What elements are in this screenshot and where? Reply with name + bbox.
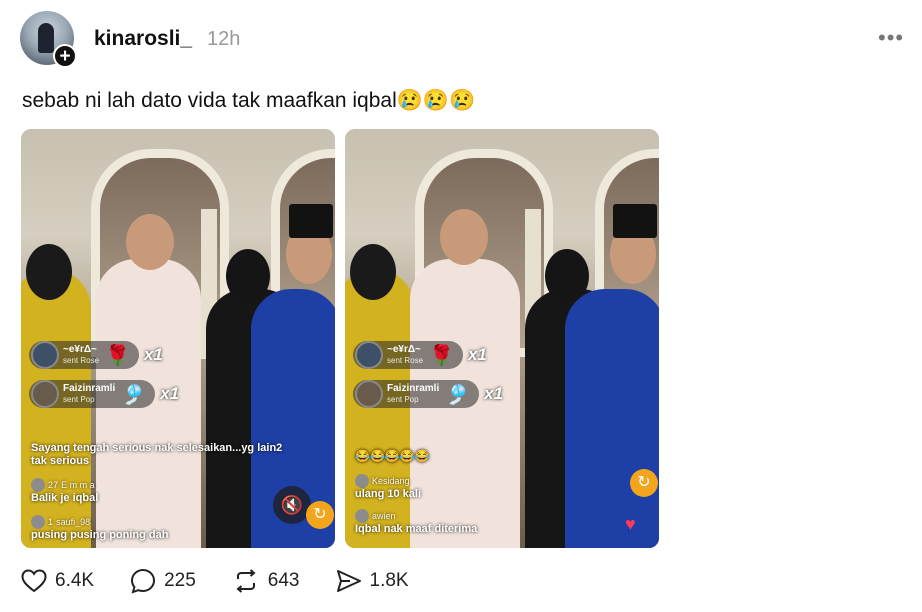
commenter-avatar bbox=[31, 515, 45, 529]
gift-sent-label: sent Pop bbox=[387, 395, 419, 404]
gift-row: ~e¥rΔ~ sent Rose 🌹 x1 bbox=[353, 341, 487, 369]
comment-count: 225 bbox=[164, 570, 196, 591]
gift-row: Faizinramli sent Pop 🎐 x1 bbox=[29, 380, 180, 408]
comment-text: Sayang tengah serious nak selesaikan...y… bbox=[31, 442, 283, 454]
gifter-name: Faizinramli bbox=[63, 383, 116, 394]
gift-count: x1 bbox=[160, 384, 180, 403]
rose-gift-icon: 🌹 bbox=[105, 344, 130, 367]
comment-text: 😂😂😂😂😂 bbox=[355, 449, 430, 463]
person-head bbox=[350, 244, 396, 300]
gifter-name: ~e¥rΔ~ bbox=[63, 344, 97, 355]
live-comment: awien Iqbal nak maaf diterima bbox=[355, 509, 477, 535]
repost-button[interactable]: 643 bbox=[232, 569, 300, 593]
gift-count: x1 bbox=[143, 345, 163, 364]
video-thumbnail-1[interactable]: ~e¥rΔ~ sent Rose 🌹 x1 Faizinramli sent P… bbox=[21, 129, 335, 548]
gifter-name: ~e¥rΔ~ bbox=[387, 344, 421, 355]
more-options-icon[interactable]: ••• bbox=[878, 25, 904, 51]
gift-sent-label: sent Rose bbox=[63, 356, 100, 365]
heart-reaction-icon: ♥ bbox=[625, 514, 636, 534]
live-comment: 27 E m m a Balik je iqbal bbox=[31, 478, 98, 504]
comment-text: pusing pusing poning dah bbox=[31, 529, 169, 541]
gift-row: ~e¥rΔ~ sent Rose 🌹 x1 bbox=[29, 341, 163, 369]
person-blue bbox=[565, 289, 659, 548]
pop-gift-icon: 🎐 bbox=[121, 383, 147, 406]
live-comment: tak serious bbox=[31, 455, 89, 467]
post-actions: 6.4K 225 643 1.8K bbox=[21, 568, 445, 594]
post-caption: sebab ni lah dato vida tak maafkan iqbal… bbox=[22, 89, 475, 113]
commenter-badge: 27 bbox=[48, 479, 59, 490]
commenter-name: Kesidang bbox=[372, 475, 410, 486]
repost-icon bbox=[236, 569, 256, 593]
comment-icon bbox=[131, 568, 156, 594]
live-comment: 😂😂😂😂😂 bbox=[355, 449, 430, 463]
share-gift-icon[interactable]: ↻ bbox=[306, 501, 334, 529]
post-time: 12h bbox=[207, 28, 241, 50]
share-button[interactable]: 1.8K bbox=[336, 569, 409, 593]
username[interactable]: kinarosli_ bbox=[94, 27, 192, 51]
mute-icon[interactable]: 🔇 bbox=[273, 486, 311, 524]
heart-icon bbox=[21, 569, 47, 593]
commenter-name: E m m a bbox=[61, 479, 95, 490]
rose-gift-icon: 🌹 bbox=[429, 344, 454, 367]
comment-text: tak serious bbox=[31, 455, 90, 467]
gift-sent-label: sent Pop bbox=[63, 395, 95, 404]
person-head bbox=[26, 244, 72, 300]
commenter-name: awien bbox=[372, 510, 396, 521]
gift-count: x1 bbox=[484, 384, 504, 403]
commenter-avatar bbox=[31, 478, 45, 492]
commenter-name: saufi_98 bbox=[56, 516, 91, 527]
send-icon bbox=[336, 570, 361, 592]
follow-plus-icon[interactable]: + bbox=[53, 44, 77, 68]
commenter-avatar bbox=[355, 509, 369, 523]
user-avatar[interactable]: + bbox=[20, 11, 77, 68]
repost-count: 643 bbox=[267, 570, 300, 591]
commenter-badge: 1 bbox=[48, 516, 54, 527]
comment-text: Balik je iqbal bbox=[31, 492, 99, 504]
comment-text: Iqbal nak maaf diterima bbox=[355, 523, 478, 535]
person-head bbox=[440, 209, 488, 265]
like-count: 6.4K bbox=[55, 570, 95, 591]
gift-count: x1 bbox=[467, 345, 487, 364]
comment-button[interactable]: 225 bbox=[130, 568, 196, 594]
gift-row: Faizinramli sent Pop 🎐 x1 bbox=[353, 380, 504, 408]
songkok-hat bbox=[289, 204, 333, 238]
gift-icon[interactable]: ↻ bbox=[630, 469, 658, 497]
person-head bbox=[226, 249, 270, 303]
live-comment: 1 saufi_98 pusing pusing poning dah bbox=[31, 515, 168, 541]
live-comment: Kesidang ulang 10 kali bbox=[355, 474, 421, 500]
gifter-name: Faizinramli bbox=[387, 383, 440, 394]
gift-sent-label: sent Rose bbox=[387, 356, 424, 365]
caption-emojis: 😢😢😢 bbox=[396, 89, 476, 112]
caption-text: sebab ni lah dato vida tak maafkan iqbal bbox=[22, 89, 397, 112]
pop-gift-icon: 🎐 bbox=[445, 383, 471, 406]
live-comment: Sayang tengah serious nak selesaikan...y… bbox=[31, 442, 282, 454]
songkok-hat bbox=[613, 204, 657, 238]
video-thumbnail-2[interactable]: ~e¥rΔ~ sent Rose 🌹 x1 Faizinramli sent P… bbox=[345, 129, 659, 548]
comment-text: ulang 10 kali bbox=[355, 488, 422, 500]
commenter-avatar bbox=[355, 474, 369, 488]
share-count: 1.8K bbox=[369, 570, 409, 591]
person-yellow bbox=[21, 269, 91, 548]
person-yellow bbox=[345, 269, 415, 548]
avatar-figure bbox=[38, 23, 54, 53]
like-button[interactable]: 6.4K bbox=[21, 569, 94, 593]
person-head bbox=[126, 214, 174, 270]
